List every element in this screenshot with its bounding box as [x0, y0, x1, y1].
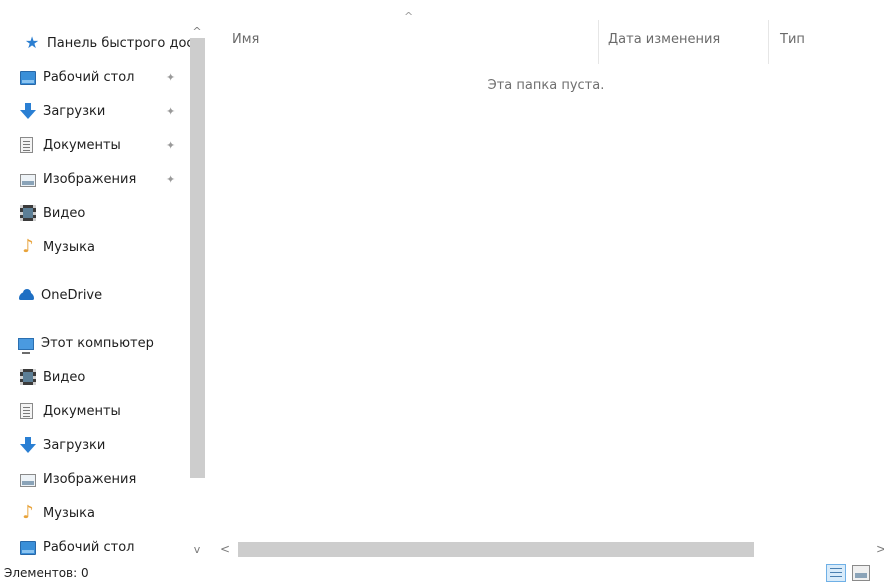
pin-icon: ✦ [166, 104, 176, 118]
file-explorer-window: ★ Панель быстрого доступа Рабочий стол ✦… [0, 0, 884, 586]
documents-icon [20, 137, 33, 153]
pictures-icon [20, 473, 36, 487]
sidebar-item-label: Изображения [43, 171, 137, 187]
quick-access-star-icon: ★ [24, 33, 40, 52]
sidebar-item-label: Документы [43, 403, 121, 419]
desktop-icon [20, 541, 36, 555]
file-list-horizontal-scrollbar[interactable]: < > [216, 539, 884, 559]
sidebar-item-this-pc-music[interactable]: ♪ Музыка [0, 498, 95, 528]
scroll-left-arrow-icon[interactable]: < [216, 539, 234, 559]
pin-icon: ✦ [166, 70, 176, 84]
sidebar-item-quick-access[interactable]: ★ Панель быстрого доступа [0, 28, 197, 58]
desktop-icon [20, 71, 36, 85]
sidebar-item-this-pc-video[interactable]: Видео [0, 362, 85, 392]
large-icons-view-icon[interactable] [852, 565, 870, 581]
sidebar-item-downloads-pinned[interactable]: Загрузки ✦ [0, 96, 175, 126]
sidebar-item-this-pc-downloads[interactable]: Загрузки [0, 430, 105, 460]
sidebar-item-this-pc[interactable]: Этот компьютер [0, 328, 201, 358]
navigation-pane: ★ Панель быстрого доступа Рабочий стол ✦… [0, 10, 208, 562]
sidebar-item-desktop-pinned[interactable]: Рабочий стол ✦ [0, 62, 175, 92]
status-bar-item-count: Элементов: 0 [4, 566, 89, 580]
column-divider[interactable] [598, 20, 599, 64]
column-header-name[interactable]: Имя [232, 20, 259, 60]
sidebar-item-onedrive[interactable]: OneDrive [0, 280, 102, 310]
video-icon [20, 369, 36, 385]
sidebar-item-documents-pinned[interactable]: Документы ✦ [0, 130, 175, 160]
sidebar-item-this-pc-pictures[interactable]: Изображения [0, 464, 136, 494]
sidebar-item-this-pc-desktop[interactable]: Рабочий стол [0, 532, 134, 562]
sidebar-item-label: Панель быстрого доступа [47, 35, 197, 51]
sidebar-item-label: Музыка [43, 239, 95, 255]
column-divider[interactable] [768, 20, 769, 64]
sidebar-scroll-thumb[interactable] [190, 38, 205, 478]
pin-icon: ✦ [166, 138, 176, 152]
this-pc-icon [18, 337, 34, 354]
column-header-type[interactable]: Тип [780, 20, 805, 60]
sidebar-item-label: OneDrive [41, 287, 103, 303]
scroll-right-arrow-icon[interactable]: > [872, 539, 884, 559]
downloads-arrow-icon [20, 437, 36, 453]
column-header-date-modified[interactable]: Дата изменения [608, 20, 720, 60]
details-view-icon[interactable] [826, 564, 846, 582]
empty-folder-message: Эта папка пуста. [487, 78, 605, 93]
sidebar-item-label: Загрузки [43, 437, 106, 453]
pin-icon: ✦ [166, 172, 176, 186]
sidebar-item-label: Рабочий стол [43, 539, 135, 555]
sidebar-vertical-scrollbar[interactable]: ^ v [186, 22, 208, 562]
sidebar-item-music[interactable]: ♪ Музыка [0, 232, 95, 262]
sort-ascending-icon: ^ [404, 10, 414, 23]
onedrive-cloud-icon [18, 287, 34, 303]
horizontal-scroll-thumb[interactable] [238, 542, 754, 557]
sidebar-item-pictures-pinned[interactable]: Изображения ✦ [0, 164, 175, 194]
pictures-icon [20, 173, 36, 187]
documents-icon [20, 403, 33, 419]
sidebar-item-label: Этот компьютер [41, 335, 154, 351]
sidebar-item-label: Видео [43, 205, 86, 221]
sidebar-item-label: Видео [43, 369, 86, 385]
music-icon: ♪ [22, 236, 34, 257]
sidebar-item-label: Музыка [43, 505, 95, 521]
music-icon: ♪ [22, 502, 34, 523]
sidebar-item-label: Загрузки [43, 103, 106, 119]
downloads-arrow-icon [20, 103, 36, 119]
scroll-down-arrow-icon[interactable]: v [186, 540, 208, 560]
sidebar-item-this-pc-documents[interactable]: Документы [0, 396, 121, 426]
sidebar-item-video[interactable]: Видео [0, 198, 85, 228]
video-icon [20, 205, 36, 221]
sidebar-item-label: Изображения [43, 471, 137, 487]
sidebar-item-label: Рабочий стол [43, 69, 135, 85]
file-list-header: ^ Имя Дата изменения Тип [208, 10, 884, 64]
sidebar-item-label: Документы [43, 137, 121, 153]
